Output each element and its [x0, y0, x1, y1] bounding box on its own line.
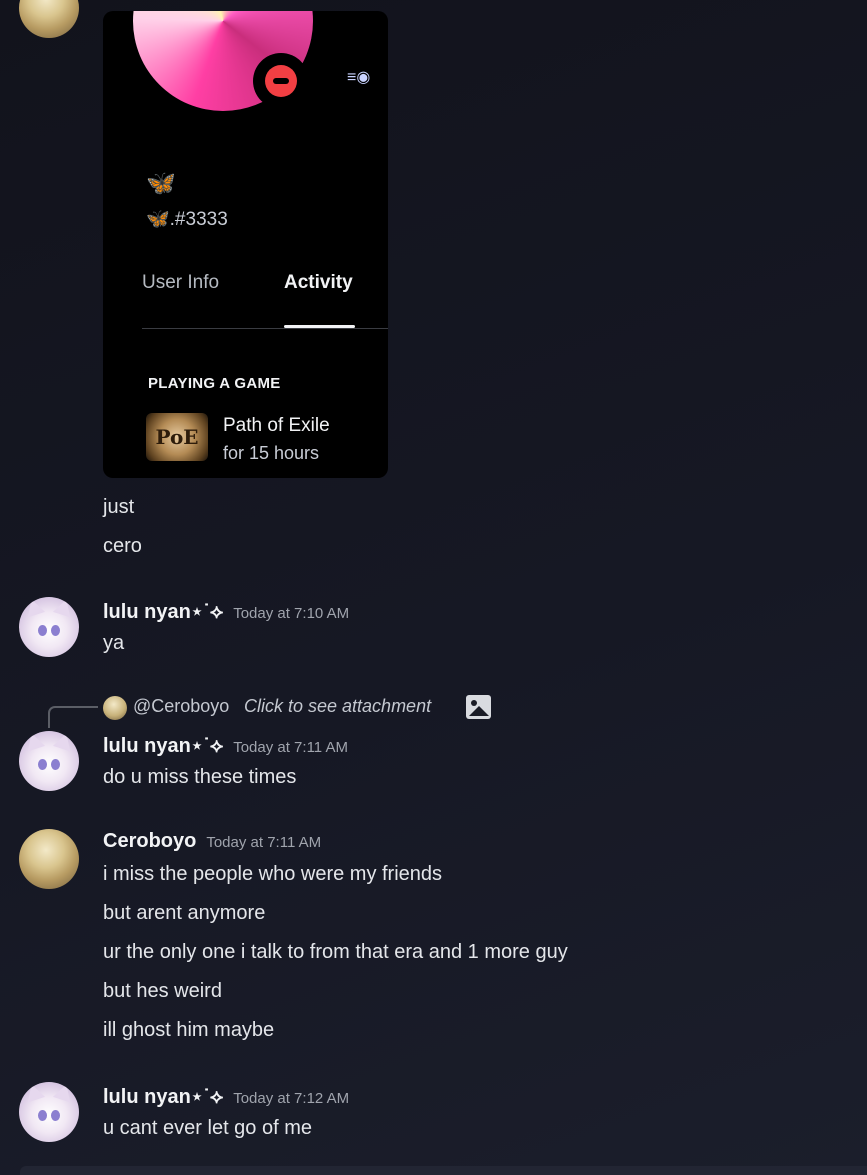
- timestamp: Today at 7:11 AM: [206, 834, 322, 851]
- profile-username: 🦋.#3333: [146, 209, 228, 230]
- message-header: lulu nyan⋆˙⟡ Today at 7:10 AM: [103, 599, 349, 624]
- message-text: ill ghost him maybe: [103, 1019, 275, 1041]
- tab-user-info[interactable]: User Info: [142, 272, 219, 294]
- username[interactable]: lulu nyan⋆˙⟡: [103, 735, 223, 757]
- message-header: lulu nyan⋆˙⟡ Today at 7:11 AM: [103, 733, 348, 758]
- username[interactable]: lulu nyan⋆˙⟡: [103, 1086, 223, 1108]
- profile-display-name: 🦋: [146, 170, 176, 197]
- avatar-lulu[interactable]: [19, 597, 79, 657]
- reply-avatar[interactable]: [103, 696, 127, 720]
- reply-username[interactable]: @Ceroboyo: [133, 696, 229, 717]
- reply-spine: [48, 706, 98, 728]
- timestamp: Today at 7:11 AM: [233, 739, 348, 756]
- avatar-ceroboyo[interactable]: [19, 0, 79, 38]
- message-text: but arent anymore: [103, 902, 266, 924]
- image-icon: [466, 695, 491, 719]
- game-icon: PoE: [146, 413, 208, 461]
- message-text: ur the only one i talk to from that era …: [103, 941, 568, 963]
- tab-activity[interactable]: Activity: [284, 272, 353, 294]
- avatar-ceroboyo[interactable]: [19, 829, 79, 889]
- timestamp: Today at 7:12 AM: [233, 1090, 350, 1107]
- message-header: lulu nyan⋆˙⟡ Today at 7:12 AM: [103, 1084, 349, 1109]
- avatar-lulu[interactable]: [19, 1082, 79, 1142]
- tab-divider: [142, 328, 388, 329]
- avatar-lulu[interactable]: [19, 731, 79, 791]
- message-input-edge[interactable]: [20, 1166, 867, 1175]
- message-header: Ceroboyo Today at 7:11 AM: [103, 830, 321, 853]
- dnd-bar: [273, 78, 289, 84]
- message-text: cero: [103, 535, 142, 557]
- reply-preview[interactable]: Click to see attachment: [244, 696, 431, 717]
- game-duration: for 15 hours: [223, 443, 320, 463]
- game-name: Path of Exile: [223, 415, 330, 436]
- timestamp: Today at 7:10 AM: [233, 605, 350, 622]
- message-text: but hes weird: [103, 980, 222, 1002]
- username[interactable]: Ceroboyo: [103, 830, 196, 852]
- nitro-badge-icon[interactable]: ≡◉: [347, 67, 370, 87]
- message-text: i miss the people who were my friends: [103, 863, 443, 885]
- message-text: ya: [103, 632, 125, 654]
- message-text: do u miss these times: [103, 766, 297, 788]
- username[interactable]: lulu nyan⋆˙⟡: [103, 601, 223, 623]
- message-text: u cant ever let go of me: [103, 1117, 313, 1139]
- message-text: just: [103, 496, 135, 518]
- activity-header: PLAYING A GAME: [148, 375, 281, 392]
- profile-card[interactable]: ≡◉ 🦋 🦋.#3333 User Info Activity PLAYING …: [103, 11, 388, 478]
